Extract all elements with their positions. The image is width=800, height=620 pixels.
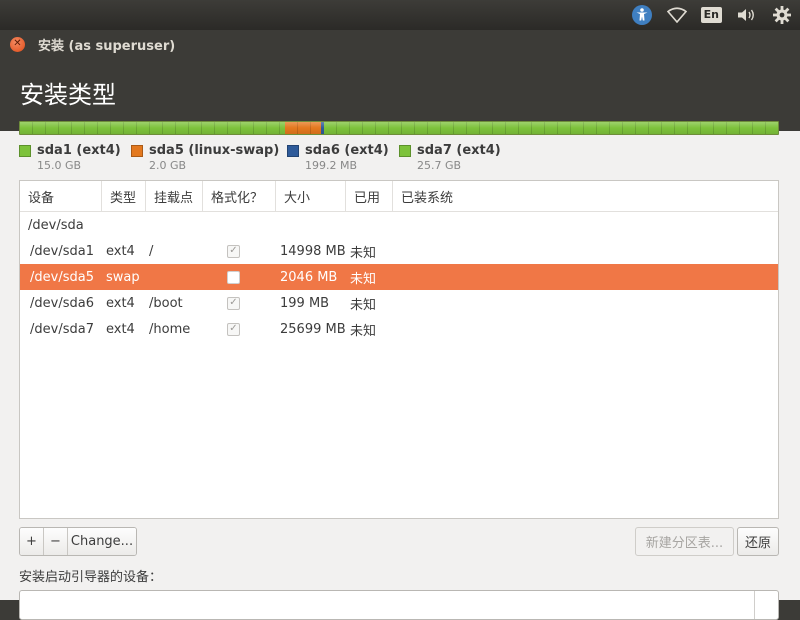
- cell-used: 未知: [350, 297, 377, 313]
- table-row-disk[interactable]: /dev/sda: [20, 212, 778, 238]
- page-title: 安装类型: [20, 81, 116, 109]
- column-header-system[interactable]: 已装系统: [393, 181, 778, 211]
- cell-size: 199 MB: [280, 295, 330, 311]
- cell-type: ext4: [106, 243, 135, 259]
- table-row[interactable]: /dev/sda6 ext4 /boot ✓ 199 MB 未知: [20, 290, 778, 316]
- cell-format: ✓: [203, 244, 276, 258]
- legend-size: 199.2 MB: [305, 159, 358, 172]
- window-titlebar: ✕ 安装 (as superuser): [0, 30, 800, 58]
- revert-button[interactable]: 还原: [737, 527, 779, 556]
- cell-format: ✓: [203, 296, 276, 310]
- column-header-type[interactable]: 类型: [102, 181, 146, 211]
- cell-mount: /boot: [149, 295, 183, 311]
- change-partition-button[interactable]: Change...: [68, 528, 136, 555]
- cell-size: 14998 MB: [280, 243, 346, 259]
- format-checkbox[interactable]: ✓: [227, 296, 240, 310]
- wifi-icon[interactable]: [666, 4, 687, 26]
- format-checkbox[interactable]: ✓: [227, 322, 240, 336]
- format-checkbox[interactable]: [227, 270, 240, 284]
- legend-swatch: [131, 145, 143, 157]
- partition-edit-buttons: + − Change...: [19, 527, 137, 556]
- column-header-used[interactable]: 已用: [346, 181, 393, 211]
- partition-bar: [19, 121, 779, 135]
- column-header-mount[interactable]: 挂载点: [146, 181, 203, 211]
- partition-segment-sda7: [324, 122, 778, 134]
- accessibility-icon[interactable]: [631, 4, 653, 26]
- legend-size: 2.0 GB: [149, 159, 187, 172]
- cell-mount: /: [149, 243, 154, 259]
- format-checkbox[interactable]: ✓: [227, 244, 240, 258]
- cell-used: 未知: [350, 271, 377, 287]
- cell-device: /dev/sda7: [30, 321, 94, 337]
- language-indicator[interactable]: En: [700, 4, 722, 26]
- gear-icon[interactable]: [772, 4, 792, 26]
- cell-device: /dev/sda6: [30, 295, 94, 311]
- cell-type: swap: [106, 269, 140, 285]
- window-title: 安装 (as superuser): [38, 38, 176, 54]
- close-icon[interactable]: ✕: [10, 36, 25, 52]
- legend-item-sda1: sda1 (ext4) 15.0 GB: [19, 143, 131, 175]
- legend-swatch: [287, 145, 299, 157]
- legend-item-sda7: sda7 (ext4) 25.7 GB: [399, 143, 509, 175]
- table-row[interactable]: /dev/sda5 swap 2046 MB 未知: [20, 264, 778, 290]
- legend-item-sda6: sda6 (ext4) 199.2 MB: [287, 143, 399, 175]
- top-panel: En: [0, 0, 800, 30]
- new-partition-table-button[interactable]: 新建分区表...: [635, 527, 734, 556]
- column-header-format[interactable]: 格式化？: [203, 181, 276, 211]
- cell-device: /dev/sda5: [30, 269, 94, 285]
- partition-table[interactable]: 设备 类型 挂载点 格式化？ 大小 已用 已装系统 /dev/sda /dev/…: [19, 180, 779, 519]
- table-row[interactable]: /dev/sda7 ext4 /home ✓ 25699 MB 未知: [20, 316, 778, 342]
- table-header: 设备 类型 挂载点 格式化？ 大小 已用 已装系统: [20, 181, 778, 212]
- legend-size: 25.7 GB: [417, 159, 462, 172]
- cell-format: ✓: [203, 322, 276, 336]
- boot-loader-device-select[interactable]: [19, 590, 779, 620]
- legend-label: sda6 (ext4): [305, 143, 389, 158]
- legend-label: sda1 (ext4): [37, 143, 121, 158]
- column-header-size[interactable]: 大小: [276, 181, 346, 211]
- legend-label: sda5 (linux-swap): [149, 143, 280, 158]
- cell-mount: /home: [149, 321, 191, 337]
- add-partition-button[interactable]: +: [20, 528, 44, 555]
- cell-size: 25699 MB: [280, 321, 346, 337]
- legend-label: sda7 (ext4): [417, 143, 501, 158]
- legend-item-sda5: sda5 (linux-swap) 2.0 GB: [131, 143, 287, 175]
- cell-size: 2046 MB: [280, 269, 338, 285]
- cell-used: 未知: [350, 323, 377, 339]
- table-row[interactable]: /dev/sda1 ext4 / ✓ 14998 MB 未知: [20, 238, 778, 264]
- cell-format: [203, 270, 276, 284]
- legend-swatch: [399, 145, 411, 157]
- cell-type: ext4: [106, 321, 135, 337]
- disk-device: /dev/sda: [28, 217, 84, 233]
- partition-legend: sda1 (ext4) 15.0 GB sda5 (linux-swap) 2.…: [19, 143, 509, 175]
- chevron-down-icon[interactable]: [754, 591, 778, 619]
- legend-size: 15.0 GB: [37, 159, 82, 172]
- legend-swatch: [19, 145, 31, 157]
- column-header-device[interactable]: 设备: [20, 181, 102, 211]
- cell-device: /dev/sda1: [30, 243, 94, 259]
- partition-segment-sda1: [20, 122, 285, 134]
- cell-type: ext4: [106, 295, 135, 311]
- partition-segment-sda5: [284, 122, 321, 134]
- remove-partition-button[interactable]: −: [44, 528, 68, 555]
- cell-used: 未知: [350, 245, 377, 261]
- boot-loader-label: 安装启动引导器的设备：: [19, 570, 163, 585]
- volume-icon[interactable]: [736, 4, 758, 26]
